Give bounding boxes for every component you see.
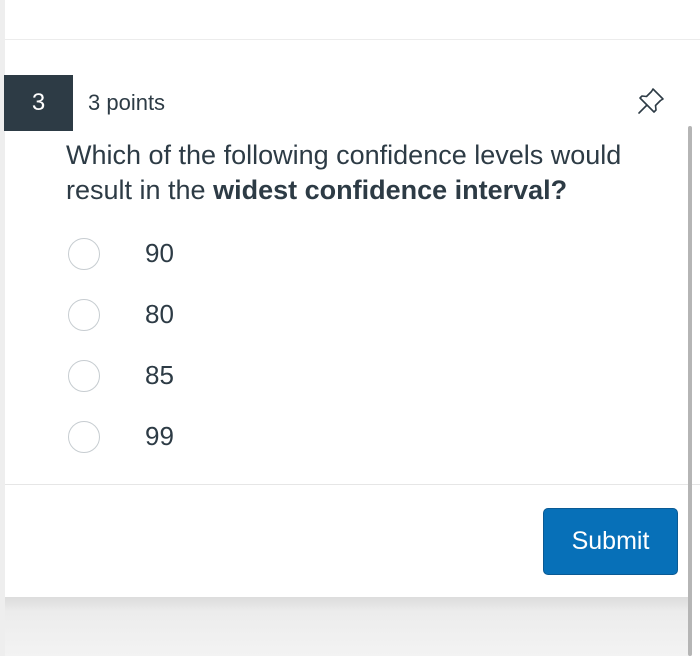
radio-button[interactable] <box>68 420 100 453</box>
radio-button[interactable] <box>68 298 100 331</box>
submit-button[interactable]: Submit <box>543 508 678 575</box>
answer-option-80[interactable]: 80 <box>68 284 174 345</box>
answer-option-85[interactable]: 85 <box>68 345 174 406</box>
question-text-bold: widest confidence interval? <box>213 175 568 205</box>
question-text: Which of the following confidence levels… <box>66 138 666 208</box>
answer-option-label: 80 <box>145 299 174 329</box>
answer-option-label: 99 <box>145 421 174 451</box>
top-divider <box>5 39 700 40</box>
radio-button[interactable] <box>68 359 100 392</box>
answer-option-label: 90 <box>145 238 174 268</box>
scrollbar[interactable] <box>688 126 692 656</box>
answer-option-90[interactable]: 90 <box>68 223 174 284</box>
answer-option-label: 85 <box>145 360 174 390</box>
pin-icon[interactable] <box>636 86 666 116</box>
bottom-divider <box>5 484 700 485</box>
answer-option-99[interactable]: 99 <box>68 406 174 467</box>
footer-band <box>5 597 692 656</box>
answer-options: 90 80 85 99 <box>68 223 174 467</box>
radio-button[interactable] <box>68 237 100 270</box>
question-number-badge: 3 <box>4 75 73 131</box>
question-points: 3 points <box>88 90 166 115</box>
